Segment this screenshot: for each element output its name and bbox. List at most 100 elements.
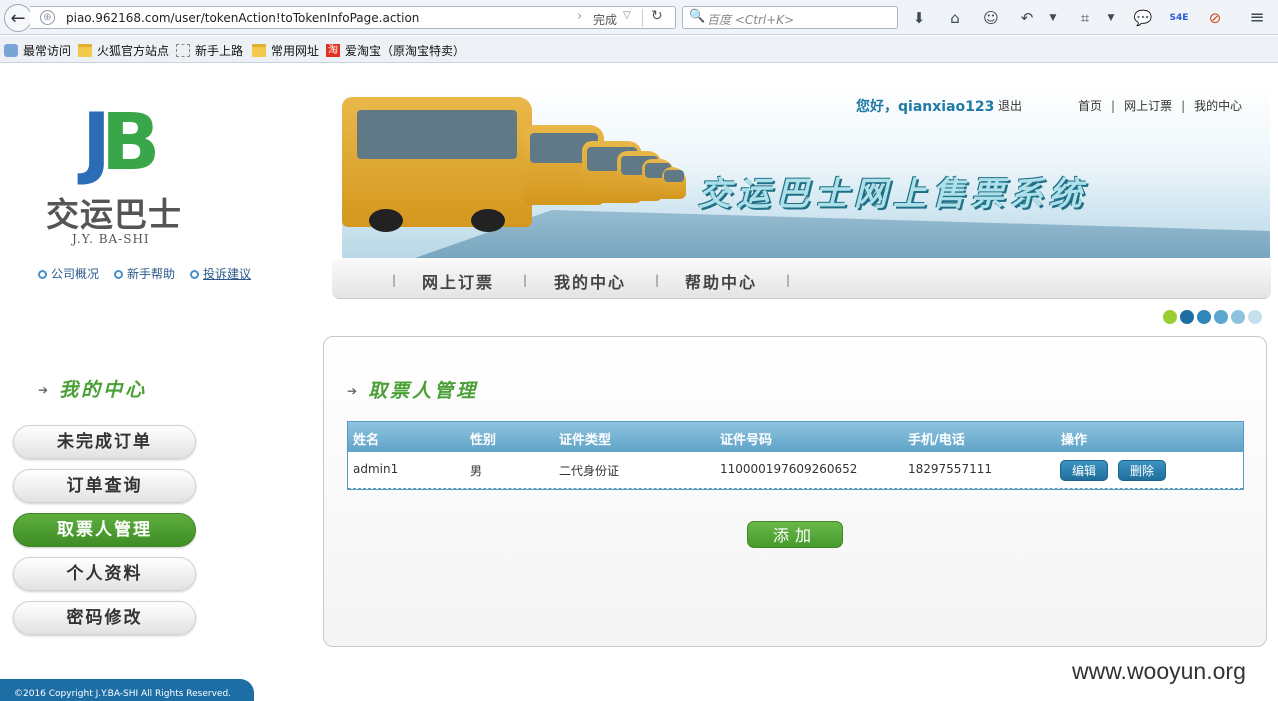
url-bar[interactable]: ⊕ piao.962168.com/user/tokenAction!toTok… [30,6,676,29]
radio-dot-icon [190,270,199,279]
link-company-overview[interactable]: 公司概况 [38,265,99,282]
bookmark-label: 爱淘宝（原淘宝特卖） [345,44,466,58]
nav-online-booking[interactable]: 网上订票 [422,269,494,293]
theme-dot[interactable] [1214,310,1228,324]
copyright-text: ©2016 Copyright J.Y.BA-SHI All Rights Re… [14,689,232,699]
bookmark-icon [4,44,18,57]
arrow-icon: ➔ [347,384,361,398]
banner-title: 交运巴士网上售票系统 [698,174,1088,213]
logo-cn-text: 交运巴士 [46,195,182,234]
chevron-down-icon[interactable]: ▽ [623,10,631,21]
nav-my-center[interactable]: 我的中心 [554,269,626,293]
browser-nav-bar: ← ⊕ piao.962168.com/user/tokenAction!toT… [0,0,1278,35]
bookmark-most-visited[interactable]: 最常访问 [4,42,71,59]
logo-mark: JB [82,98,161,188]
sidebar-item-pending-orders[interactable]: 未完成订单 [13,425,196,459]
sidebar-item-password[interactable]: 密码修改 [13,601,196,635]
table-row: admin1 男 二代身份证 110000197609260652 182975… [348,452,1243,489]
theme-dot[interactable] [1248,310,1262,324]
arrow-icon: ➔ [38,383,52,397]
logout-link[interactable]: 退出 [998,97,1022,114]
adblock-icon[interactable]: ⊘ [1204,7,1226,29]
folder-icon [78,44,92,57]
cell-name: admin1 [353,462,399,476]
bookmarks-bar: 最常访问 火狐官方站点 新手上路 常用网址 淘爱淘宝（原淘宝特卖） [0,36,1278,63]
bookmark-taobao[interactable]: 淘爱淘宝（原淘宝特卖） [326,42,465,59]
bookmark-label: 常用网址 [271,44,320,58]
search-placeholder: 百度 <Ctrl+K> [707,13,795,27]
sidebar-item-profile[interactable]: 个人资料 [13,557,196,591]
sidebar-item-ticket-collector[interactable]: 取票人管理 [13,513,196,547]
link-complaints[interactable]: 投诉建议 [190,265,251,282]
bookmark-common-sites[interactable]: 常用网址 [252,42,319,59]
sidebar-item-order-query[interactable]: 订单查询 [13,469,196,503]
cell-phone: 18297557111 [908,462,992,476]
column-header: 证件号码 [720,433,773,448]
message-icon[interactable]: 💬 [1132,7,1154,29]
my-center-link[interactable]: 我的中心 [1194,99,1242,113]
divider [642,9,643,27]
collector-table: 姓名 性别 证件类型 证件号码 手机/电话 操作 admin1 男 二代身份证 … [347,421,1244,490]
theme-dot[interactable] [1180,310,1194,324]
watermark: www.wooyun.org [1072,658,1246,684]
column-header: 姓名 [353,433,380,448]
logo-en-text: J.Y. BA-SHI [72,232,150,246]
column-header: 证件类型 [559,433,612,448]
online-booking-link[interactable]: 网上订票 [1124,99,1172,113]
bookmark-label: 火狐官方站点 [97,44,170,58]
bus-image [342,97,532,232]
crop-icon[interactable]: ⌗ [1074,7,1096,29]
footer: ©2016 Copyright J.Y.BA-SHI All Rights Re… [0,679,254,701]
cell-id-number: 110000197609260652 [720,462,858,476]
add-button[interactable]: 添加 [747,521,843,548]
back-button[interactable]: ← [4,4,32,32]
edit-button[interactable]: 编辑 [1060,460,1108,481]
undo-icon[interactable]: ↶ [1016,7,1038,29]
bookmark-getting-started[interactable]: 新手上路 [176,42,243,59]
radio-dot-icon [114,270,123,279]
taobao-icon: 淘 [326,44,340,57]
bookmark-firefox[interactable]: 火狐官方站点 [78,42,169,59]
url-text[interactable]: piao.962168.com/user/tokenAction!toToken… [66,11,419,25]
home-link[interactable]: 首页 [1078,99,1102,113]
home-icon[interactable]: ⌂ [944,7,966,29]
folder-icon [252,44,266,57]
chat-icon[interactable]: ☺ [980,7,1002,29]
page-title: ➔ 取票人管理 [347,380,479,402]
header-links: 首页 | 网上订票 | 我的中心 [1078,99,1243,113]
cell-gender: 男 [470,464,483,478]
load-status: 完成 [593,13,618,27]
theme-dot[interactable] [1231,310,1245,324]
sidebar-title: ➔ 我的中心 [38,379,148,401]
theme-dot[interactable] [1197,310,1211,324]
nav-help-center[interactable]: 帮助中心 [685,269,757,293]
delete-button[interactable]: 删除 [1118,460,1166,481]
download-icon[interactable]: ⬇ [908,7,930,29]
column-header: 操作 [1061,433,1088,448]
search-icon: 🔍 [689,9,706,24]
reload-icon[interactable]: ↻ [651,8,663,24]
cell-id-type: 二代身份证 [559,464,620,478]
back-arrow-icon: ← [10,7,26,29]
globe-icon: ⊕ [40,10,55,25]
page-icon [176,44,190,57]
bus-image [662,167,686,199]
link-newbie-help[interactable]: 新手帮助 [114,265,175,282]
site-logo[interactable]: JB 交运巴士 J.Y. BA-SHI [44,100,194,250]
chevron-down-icon[interactable]: ▼ [1100,7,1122,29]
go-arrow-icon[interactable]: › [577,9,582,24]
radio-dot-icon [38,270,47,279]
column-header: 手机/电话 [908,433,965,448]
theme-switcher [1163,310,1262,324]
content-panel: ➔ 取票人管理 姓名 性别 证件类型 证件号码 手机/电话 操作 admin1 男… [323,336,1267,647]
user-greeting: 您好，qianxiao123 [856,99,995,115]
bookmark-label: 新手上路 [195,44,244,58]
chevron-down-icon[interactable]: ▼ [1042,7,1064,29]
bookmark-label: 最常访问 [23,44,72,58]
s4e-icon[interactable]: S4E [1168,7,1190,29]
theme-dot[interactable] [1163,310,1177,324]
column-header: 性别 [470,433,497,448]
search-box[interactable]: 🔍 百度 <Ctrl+K> [682,6,898,29]
menu-icon[interactable]: ≡ [1246,7,1268,29]
main-nav: | 网上订票 | 我的中心 | 帮助中心 | [332,259,1271,299]
